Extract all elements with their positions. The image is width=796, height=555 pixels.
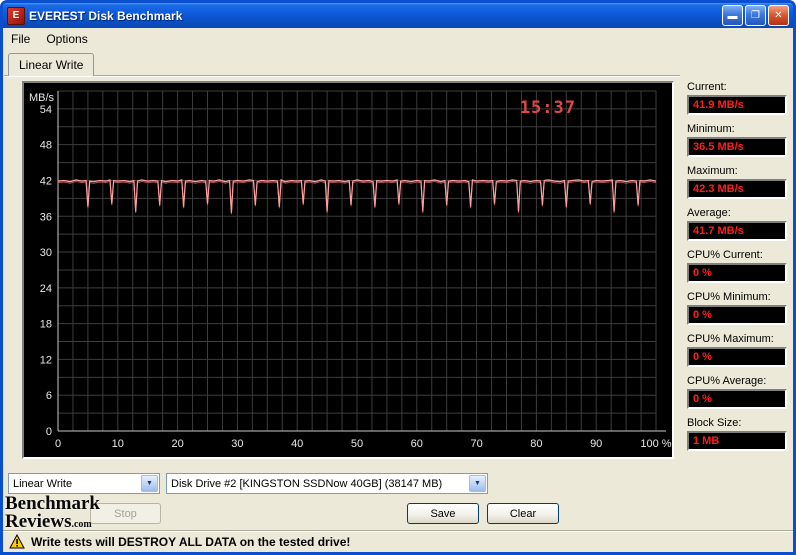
stat-value: 1 MB <box>687 431 787 451</box>
stat-label: CPU% Current: <box>687 249 763 261</box>
benchmark-graph-panel: 0 6 12 18 24 30 36 42 48 54 0 10 20 30 40 50 60 70 80 90 100… <box>22 81 674 459</box>
svg-text:70: 70 <box>470 438 482 450</box>
svg-text:42: 42 <box>40 175 52 187</box>
stat-block-size: Block Size: 1 MB <box>687 417 787 451</box>
status-bar: Write tests will DESTROY ALL DATA on the… <box>3 530 793 552</box>
close-button[interactable]: ✕ <box>768 5 789 26</box>
svg-text:36: 36 <box>40 211 52 223</box>
stat-label: CPU% Maximum: <box>687 333 774 345</box>
stat-value: 0 % <box>687 263 787 283</box>
svg-text:30: 30 <box>231 438 243 450</box>
drive-select[interactable]: Disk Drive #2 [KINGSTON SSDNow 40GB] (38… <box>166 473 488 494</box>
stat-label: CPU% Average: <box>687 375 767 387</box>
maximize-icon: ❐ <box>751 9 760 21</box>
stat-label: Block Size: <box>687 417 742 429</box>
stat-value: 0 % <box>687 305 787 325</box>
svg-text:6: 6 <box>46 390 52 402</box>
stats-panel: Current: 41.9 MB/s Minimum: 36.5 MB/s Ma… <box>687 81 787 459</box>
stat-value: 42.3 MB/s <box>687 179 787 199</box>
svg-text:24: 24 <box>40 283 52 295</box>
svg-text:18: 18 <box>40 319 52 331</box>
stat-value: 0 % <box>687 347 787 367</box>
stat-label: Average: <box>687 207 731 219</box>
menu-bar: File Options <box>3 28 793 49</box>
stat-label: Minimum: <box>687 123 735 135</box>
test-type-select[interactable]: Linear Write ▼ <box>8 473 160 494</box>
status-warning-text: Write tests will DESTROY ALL DATA on the… <box>31 534 351 549</box>
svg-text:10: 10 <box>112 438 124 450</box>
chevron-down-icon[interactable]: ▼ <box>469 475 486 492</box>
drive-select-value: Disk Drive #2 [KINGSTON SSDNow 40GB] (38… <box>171 477 443 490</box>
svg-text:80: 80 <box>530 438 542 450</box>
clear-button[interactable]: Clear <box>487 503 559 524</box>
stat-current: Current: 41.9 MB/s <box>687 81 787 115</box>
svg-text:100 %: 100 % <box>640 438 671 450</box>
stat-cpu-average: CPU% Average: 0 % <box>687 375 787 409</box>
menu-item-options[interactable]: Options <box>38 30 95 48</box>
stat-value: 0 % <box>687 389 787 409</box>
stat-cpu-maximum: CPU% Maximum: 0 % <box>687 333 787 367</box>
tab-pane-divider <box>4 75 680 76</box>
svg-text:12: 12 <box>40 354 52 366</box>
logo-suffix: .com <box>71 519 92 531</box>
svg-text:50: 50 <box>351 438 363 450</box>
app-icon: E <box>7 6 25 25</box>
stat-value: 41.7 MB/s <box>687 221 787 241</box>
benchmark-chart: 0 6 12 18 24 30 36 42 48 54 0 10 20 30 40 50 60 70 80 90 100… <box>24 83 672 457</box>
svg-text:48: 48 <box>40 140 52 152</box>
benchmarkreviews-logo: Benchmark Reviews.com <box>5 494 100 533</box>
stat-label: Maximum: <box>687 165 738 177</box>
test-type-value: Linear Write <box>13 477 73 490</box>
stat-maximum: Maximum: 42.3 MB/s <box>687 165 787 199</box>
logo-line2: Reviews.com <box>5 511 92 533</box>
svg-text:90: 90 <box>590 438 602 450</box>
tab-linear-write[interactable]: Linear Write <box>8 53 95 76</box>
stat-label: CPU% Minimum: <box>687 291 771 303</box>
menu-item-file[interactable]: File <box>3 30 38 48</box>
chevron-down-icon[interactable]: ▼ <box>141 475 158 492</box>
minimize-icon: ▬ <box>727 11 738 22</box>
maximize-button[interactable]: ❐ <box>745 5 766 26</box>
svg-text:0: 0 <box>55 438 61 450</box>
stop-button[interactable]: Stop <box>90 503 161 524</box>
close-icon: ✕ <box>774 9 783 21</box>
warning-icon <box>9 534 25 549</box>
window-title: EVEREST Disk Benchmark <box>29 8 183 23</box>
stat-cpu-current: CPU% Current: 0 % <box>687 249 787 283</box>
stat-cpu-minimum: CPU% Minimum: 0 % <box>687 291 787 325</box>
svg-text:30: 30 <box>40 247 52 259</box>
stat-minimum: Minimum: 36.5 MB/s <box>687 123 787 157</box>
svg-text:0: 0 <box>46 426 52 438</box>
svg-text:MB/s: MB/s <box>29 92 55 104</box>
stat-label: Current: <box>687 81 727 93</box>
svg-text:60: 60 <box>411 438 423 450</box>
svg-text:20: 20 <box>171 438 183 450</box>
save-button[interactable]: Save <box>407 503 479 524</box>
app-window: E EVEREST Disk Benchmark ▬ ❐ ✕ File Opti… <box>0 0 796 555</box>
stat-value: 36.5 MB/s <box>687 137 787 157</box>
svg-text:54: 54 <box>40 104 52 116</box>
stat-value: 41.9 MB/s <box>687 95 787 115</box>
svg-text:15:37: 15:37 <box>520 98 576 118</box>
titlebar: E EVEREST Disk Benchmark ▬ ❐ ✕ <box>3 3 793 28</box>
stat-average: Average: 41.7 MB/s <box>687 207 787 241</box>
minimize-button[interactable]: ▬ <box>722 5 743 26</box>
svg-text:40: 40 <box>291 438 303 450</box>
